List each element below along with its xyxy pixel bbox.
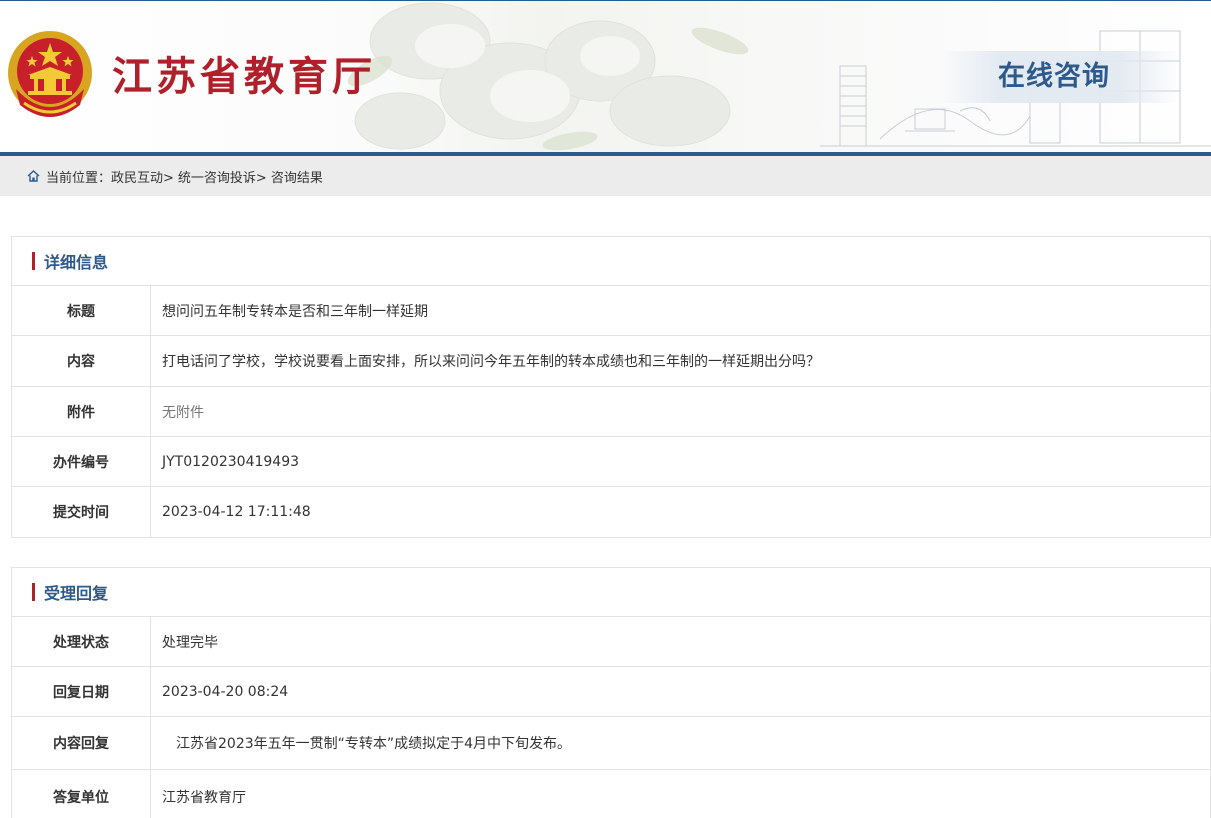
reply-label: 内容回复 [12, 717, 151, 769]
reply-row-status: 处理状态 处理完毕 [12, 617, 1210, 667]
detail-label: 办件编号 [12, 437, 151, 486]
breadcrumb-current: 咨询结果 [270, 170, 323, 186]
reply-heading: 受理回复 [44, 584, 109, 603]
details-panel: 详细信息 标题 想问问五年制专转本是否和三年制一样延期 内容 打电话问了学校，学… [11, 236, 1211, 538]
detail-label: 内容 [12, 336, 151, 386]
reply-label: 回复日期 [12, 667, 151, 716]
reply-value-content: 江苏省2023年五年一贯制“专转本”成绩拟定于4月中下旬发布。 [162, 736, 572, 752]
detail-label: 附件 [12, 387, 151, 436]
reply-panel-header: 受理回复 [12, 568, 1210, 617]
site-title[interactable]: 江苏省教育厅 [112, 51, 376, 103]
reply-value-status: 处理完毕 [162, 634, 218, 651]
reply-panel: 受理回复 处理状态 处理完毕 回复日期 2023-04-20 08:24 内容回… [11, 567, 1211, 818]
detail-value-title: 想问问五年制专转本是否和三年制一样延期 [162, 303, 428, 320]
breadcrumb-item[interactable]: 统一咨询投诉> [178, 167, 267, 186]
detail-label: 提交时间 [12, 487, 151, 537]
details-panel-header: 详细信息 [12, 237, 1210, 286]
reply-row-unit: 答复单位 江苏省教育厅 [12, 770, 1210, 818]
flower-decoration [347, 2, 749, 151]
site-header: 江苏省教育厅 在线咨询 [0, 0, 1211, 152]
detail-row-content: 内容 打电话问了学校，学校说要看上面安排，所以来问问今年五年制的转本成绩也和三年… [12, 336, 1210, 387]
detail-row-title: 标题 想问问五年制专转本是否和三年制一样延期 [12, 286, 1210, 336]
breadcrumb-item[interactable]: 当前位置：政民互动> [46, 167, 174, 186]
detail-value-content: 打电话问了学校，学校说要看上面安排，所以来问问今年五年制的转本成绩也和三年制的一… [162, 354, 820, 370]
home-icon [27, 170, 40, 182]
national-emblem-icon [8, 31, 92, 117]
reply-label: 处理状态 [12, 617, 151, 666]
reply-value-date: 2023-04-20 08:24 [162, 683, 289, 700]
detail-value-case-number: JYT0120230419493 [162, 453, 300, 470]
section-title: 在线咨询 [998, 61, 1110, 92]
detail-row-case-number: 办件编号 JYT0120230419493 [12, 437, 1210, 487]
detail-value-attachment: 无附件 [162, 404, 204, 421]
detail-row-attachment: 附件 无附件 [12, 387, 1210, 437]
reply-value-unit: 江苏省教育厅 [162, 789, 246, 806]
detail-row-submit-time: 提交时间 2023-04-12 17:11:48 [12, 487, 1210, 537]
heading-marker [32, 252, 35, 270]
reply-row-date: 回复日期 2023-04-20 08:24 [12, 667, 1210, 717]
detail-value-submit-time: 2023-04-12 17:11:48 [162, 504, 311, 520]
reply-label: 答复单位 [12, 770, 151, 818]
heading-marker [32, 583, 35, 601]
breadcrumb: 当前位置：政民互动> 统一咨询投诉> 咨询结果 [0, 156, 1211, 196]
reply-row-content: 内容回复 江苏省2023年五年一贯制“专转本”成绩拟定于4月中下旬发布。 [12, 717, 1210, 770]
details-heading: 详细信息 [44, 253, 109, 272]
detail-label: 标题 [12, 286, 151, 335]
